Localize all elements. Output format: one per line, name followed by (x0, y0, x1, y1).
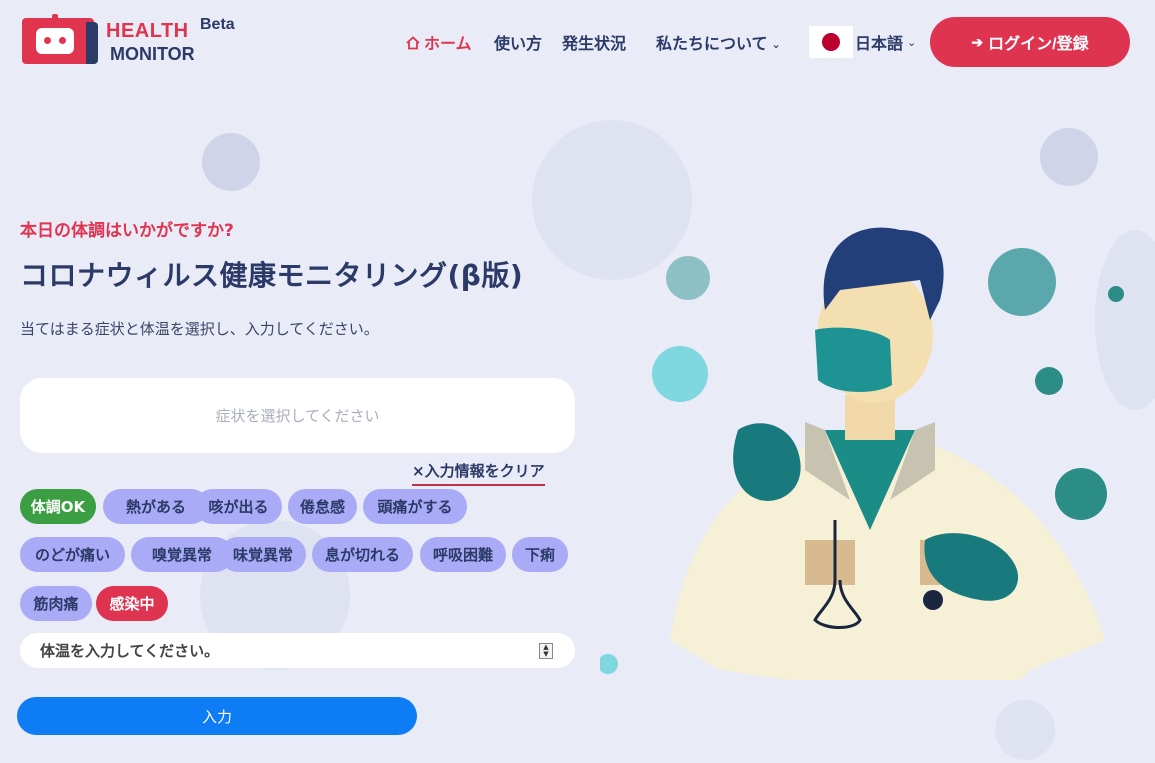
symptom-chip[interactable]: 熱がある (103, 489, 209, 524)
greeting-tagline: 本日の体調はいかがですか? (20, 221, 234, 241)
close-icon: × (412, 462, 425, 480)
background-virus-decoration (202, 133, 260, 191)
japan-flag-icon (809, 26, 853, 58)
nav-usage[interactable]: 使い方 (494, 30, 542, 54)
doctor-with-mask-illustration (600, 227, 1124, 680)
language-label: 日本語 (855, 34, 904, 53)
symptom-chip[interactable]: 筋肉痛 (20, 586, 92, 621)
symptom-chip[interactable]: 下痢 (512, 537, 568, 572)
background-virus-decoration (1040, 128, 1098, 186)
page-description: 当てはまる症状と体温を選択し、入力してください。 (20, 320, 379, 338)
symptom-select-field[interactable]: 症状を選択してください (20, 378, 575, 453)
symptom-chip[interactable]: 息が切れる (312, 537, 413, 572)
language-selector[interactable]: 日本語 ⌄ (809, 26, 916, 58)
sign-in-icon: ➔ (971, 33, 984, 50)
nav-about-us[interactable]: 私たちについて ⌄ (656, 30, 781, 54)
site-header: HEALTH MONITOR Beta ホーム 使い方 発生状況 私たちについて… (0, 0, 1155, 84)
symptom-chip[interactable]: のどが痛い (20, 537, 125, 572)
logo-text-health: HEALTH (106, 20, 189, 42)
symptom-chip-infected[interactable]: 感染中 (96, 586, 168, 621)
clear-input-label: 入力情報をクリア (424, 462, 545, 480)
robot-logo-icon (22, 14, 98, 64)
submit-button[interactable]: 入力 (17, 697, 417, 735)
chevron-down-icon: ⌄ (771, 38, 781, 51)
login-register-label: ログイン/登録 (988, 36, 1089, 53)
temperature-input[interactable] (20, 633, 575, 668)
number-spinner-control[interactable]: ▲ ▼ (539, 643, 553, 659)
symptom-select-placeholder: 症状を選択してください (215, 407, 380, 425)
symptom-chip-ok[interactable]: 体調OK (20, 489, 96, 524)
nav-outbreak-status[interactable]: 発生状況 (562, 30, 626, 54)
logo-text-monitor: MONITOR (110, 44, 195, 64)
site-logo[interactable]: HEALTH MONITOR Beta (22, 14, 252, 68)
symptom-chip[interactable]: 嗅覚異常 (131, 537, 233, 572)
page-title: コロナウィルス健康モニタリング(β版) (20, 259, 524, 292)
beta-badge: Beta (200, 16, 235, 33)
symptom-chip[interactable]: 頭痛がする (363, 489, 467, 524)
symptom-chip[interactable]: 咳が出る (195, 489, 282, 524)
symptom-chip[interactable]: 味覚異常 (220, 537, 306, 572)
nav-about-label: 私たちについて (656, 34, 768, 53)
login-register-button[interactable]: ➔ ログイン/登録 (930, 17, 1130, 67)
clear-input-link[interactable]: ×入力情報をクリア (412, 460, 545, 486)
symptom-chip[interactable]: 呼吸困難 (420, 537, 506, 572)
nav-home[interactable]: ホーム (406, 30, 472, 54)
chevron-down-icon: ⌄ (907, 35, 917, 49)
symptom-chip[interactable]: 倦怠感 (288, 489, 357, 524)
home-icon (406, 36, 420, 50)
nav-home-label: ホーム (424, 34, 472, 53)
